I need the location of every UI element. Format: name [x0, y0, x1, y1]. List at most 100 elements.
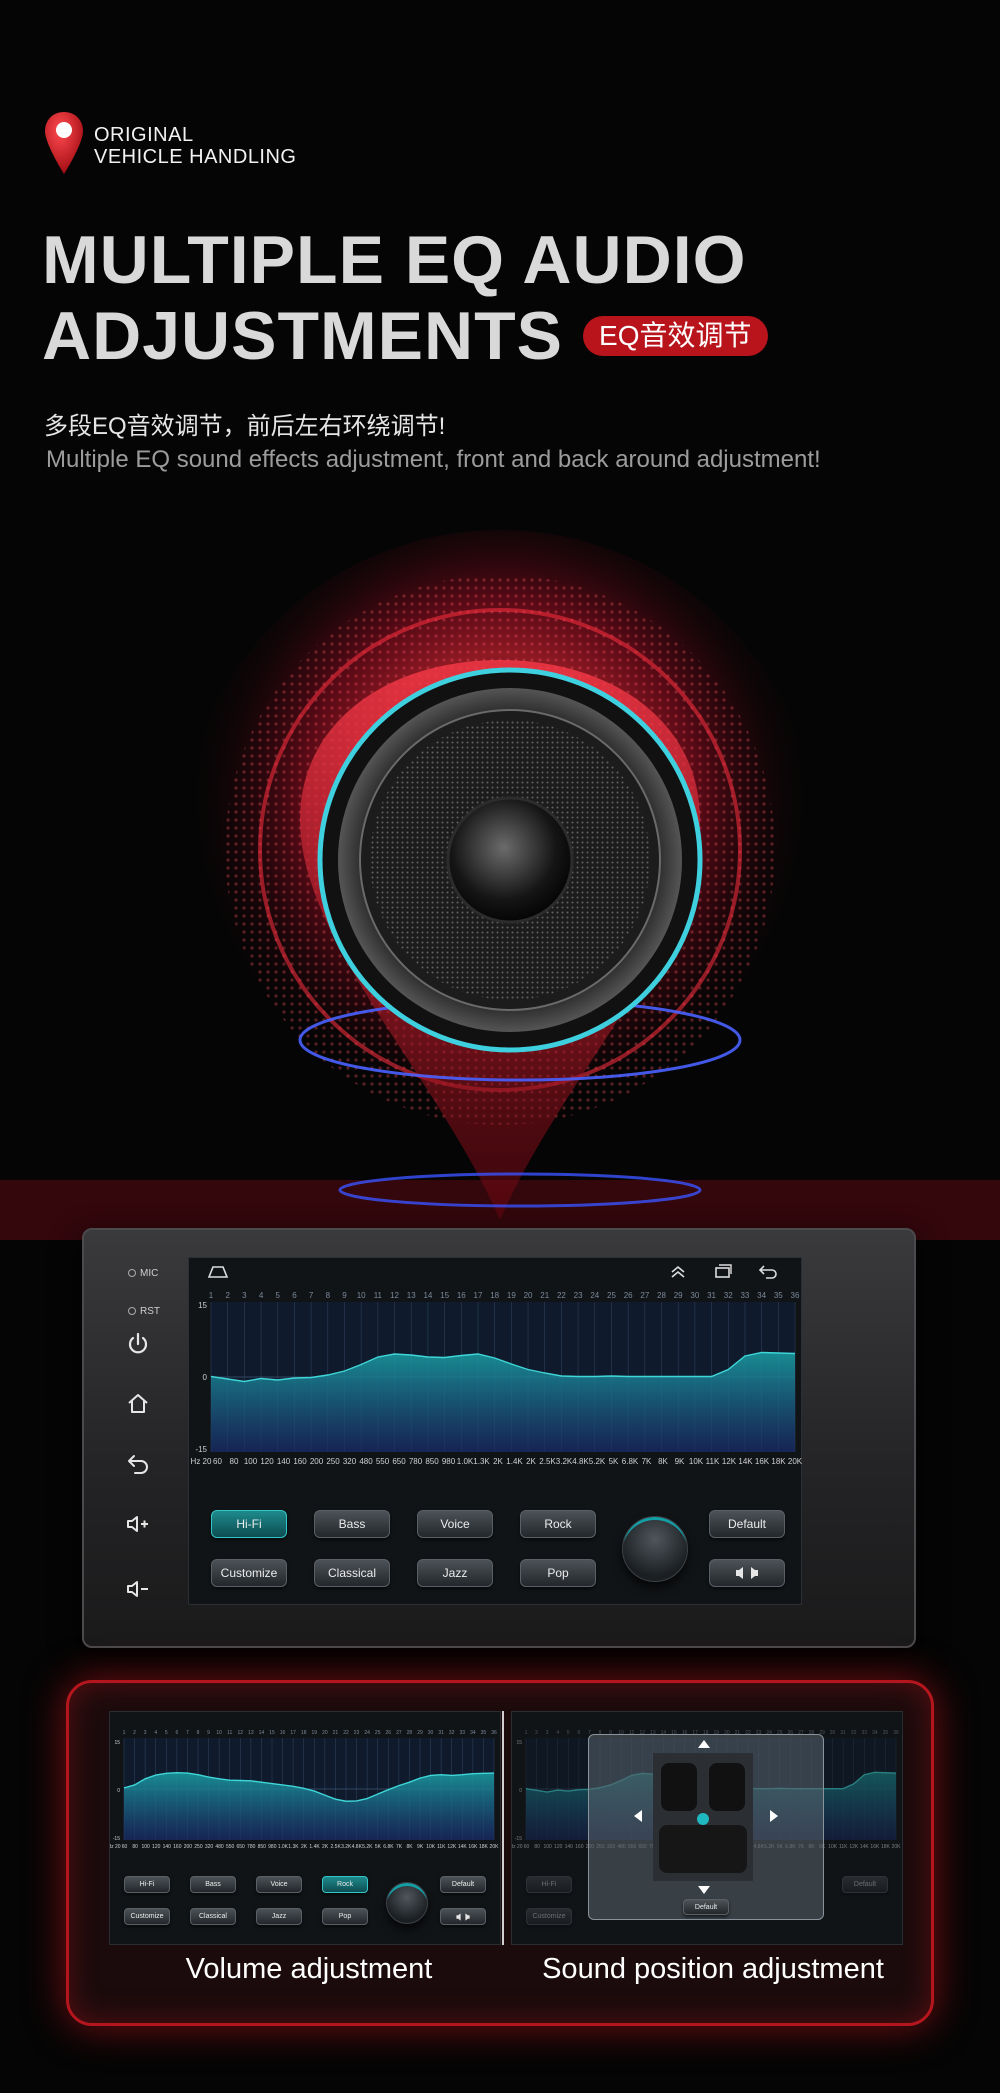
mini-rock-button[interactable]: Rock [322, 1876, 368, 1893]
eq-band-number: 34 [757, 1291, 766, 1300]
eq-freq-label: 60 [524, 1844, 530, 1850]
eq-freq-label: 1.0K [457, 1457, 474, 1466]
head-unit: MIC RST 1 2 3 4 5 6 7 8 9 10 11 12 13 14… [82, 1228, 916, 1648]
eq-band-number: 4 [556, 1730, 559, 1736]
preset-rock-button[interactable]: Rock [520, 1510, 596, 1538]
eq-band-number: 5 [165, 1730, 168, 1736]
location-pin-icon [45, 112, 83, 174]
eq-freq-label: 10K [689, 1457, 704, 1466]
back-icon[interactable] [124, 1450, 152, 1478]
eq-band-number: 20 [524, 1291, 533, 1300]
volume-down-icon[interactable] [124, 1575, 152, 1603]
volume-up-icon[interactable] [124, 1510, 152, 1538]
eq-freq-label: 3.2K [341, 1844, 352, 1850]
eq-freq-label: 20K [788, 1457, 803, 1466]
speaker-balance-icon [736, 1567, 758, 1579]
eq-band-number: 6 [577, 1730, 580, 1736]
preset-customize-button[interactable]: Customize [211, 1559, 287, 1587]
eq-freq-label: 160 [293, 1457, 307, 1466]
eq-band-number: 26 [386, 1730, 392, 1736]
preset-jazz-button[interactable]: Jazz [417, 1559, 493, 1587]
page-title: MULTIPLE EQ AUDIO ADJUSTMENTS EQ音效调节 [42, 222, 768, 374]
eq-freq-label: 780 [409, 1457, 423, 1466]
eq-freq-label: 5K [375, 1844, 382, 1850]
eq-freq-label: 100 [543, 1844, 552, 1850]
eq-freq-label: 18K [771, 1457, 786, 1466]
eq-freq-label: 1.3K [288, 1844, 299, 1850]
power-icon[interactable] [124, 1330, 152, 1358]
unit-side-panel: MIC RST [84, 1230, 189, 1646]
eq-knob[interactable] [622, 1516, 688, 1582]
mini-knob[interactable] [386, 1882, 428, 1924]
home-icon[interactable] [124, 1390, 152, 1418]
eq-band-number: 2 [133, 1730, 136, 1736]
eq-freq-label: 6.8K [622, 1457, 639, 1466]
eq-band-number: 36 [491, 1730, 497, 1736]
eq-freq-label: 16K [468, 1844, 478, 1850]
eq-band-number: 31 [840, 1730, 846, 1736]
eq-freq-label: 850 [258, 1844, 267, 1850]
eq-y-label: -15 [195, 1445, 207, 1454]
speaker-balance-button[interactable] [709, 1559, 785, 1587]
arrow-right-icon[interactable] [769, 1809, 779, 1823]
home-nav-icon[interactable] [207, 1263, 229, 1279]
eq-band-number: 23 [574, 1291, 583, 1300]
eq-freq-label: 6.8K [383, 1844, 394, 1850]
eq-graph-volume[interactable]: 1 2 3 4 5 6 7 8 9 10 11 12 13 14 15 16 17 18 19 20 21 22 23 24 2… [110, 1726, 502, 1854]
mini-classical-button[interactable]: Classical [190, 1908, 236, 1925]
rst-label[interactable]: RST [128, 1306, 160, 1317]
position-caption: Sound position adjustment [542, 1953, 884, 1985]
dim-hifi-button: Hi-Fi [526, 1876, 572, 1893]
eq-band-number: 3 [144, 1730, 147, 1736]
preset-voice-button[interactable]: Voice [417, 1510, 493, 1538]
arrow-left-icon[interactable] [633, 1809, 643, 1823]
eq-band-number: 19 [312, 1730, 318, 1736]
mini-default-button[interactable]: Default [440, 1876, 486, 1893]
eq-band-number: 36 [893, 1730, 899, 1736]
eq-band-number: 30 [830, 1730, 836, 1736]
eq-band-number: 27 [640, 1291, 649, 1300]
preset-pop-button[interactable]: Pop [520, 1559, 596, 1587]
preset-bass-button[interactable]: Bass [314, 1510, 390, 1538]
preset-hifi-button[interactable]: Hi-Fi [211, 1510, 287, 1538]
mini-hifi-button[interactable]: Hi-Fi [124, 1876, 170, 1893]
eq-freq-label: 140 [277, 1457, 291, 1466]
eq-band-number: 20 [322, 1730, 328, 1736]
eq-freq-label: 160 [575, 1844, 584, 1850]
eq-freq-label: 120 [554, 1844, 563, 1850]
eq-band-number: 22 [557, 1291, 566, 1300]
eq-band-number: 11 [374, 1291, 383, 1300]
mini-customize-button[interactable]: Customize [124, 1908, 170, 1925]
eq-freq-label: 550 [226, 1844, 235, 1850]
title-line1: MULTIPLE EQ AUDIO [42, 222, 747, 298]
chevron-up-icon[interactable] [669, 1263, 687, 1279]
eq-freq-label: 7K [396, 1844, 403, 1850]
eq-freq-label: 1.3K [473, 1457, 490, 1466]
eq-band-number: 33 [460, 1730, 466, 1736]
eq-freq-label: 320 [205, 1844, 214, 1850]
arrow-down-icon[interactable] [697, 1885, 711, 1895]
dim-customize-button: Customize [526, 1908, 572, 1925]
eq-band-number: 17 [290, 1730, 296, 1736]
eq-band-number: 35 [774, 1291, 783, 1300]
eq-band-number: 1 [209, 1291, 214, 1300]
eq-graph[interactable]: 1 2 3 4 5 6 7 8 9 10 11 12 13 14 15 16 17 18 19 20 21 22 23 24 2… [189, 1284, 803, 1474]
mini-bass-button[interactable]: Bass [190, 1876, 236, 1893]
eq-freq-label: 1.4K [506, 1457, 523, 1466]
recent-apps-icon[interactable] [713, 1263, 733, 1279]
eq-y-label: 0 [519, 1788, 522, 1794]
back-nav-icon[interactable] [757, 1263, 779, 1279]
mini-balance-button[interactable] [440, 1908, 486, 1925]
eq-band-number: 16 [457, 1291, 466, 1300]
arrow-up-icon[interactable] [697, 1739, 711, 1749]
mini-pop-button[interactable]: Pop [322, 1908, 368, 1925]
default-button[interactable]: Default [709, 1510, 785, 1538]
car-seats-image [653, 1753, 753, 1881]
mini-jazz-button[interactable]: Jazz [256, 1908, 302, 1925]
mini-voice-button[interactable]: Voice [256, 1876, 302, 1893]
popup-default-button[interactable]: Default [683, 1899, 729, 1915]
eq-freq-label: 120 [260, 1457, 274, 1466]
preset-classical-button[interactable]: Classical [314, 1559, 390, 1587]
eq-band-number: 13 [248, 1730, 254, 1736]
eq-freq-label: 100 [244, 1457, 258, 1466]
